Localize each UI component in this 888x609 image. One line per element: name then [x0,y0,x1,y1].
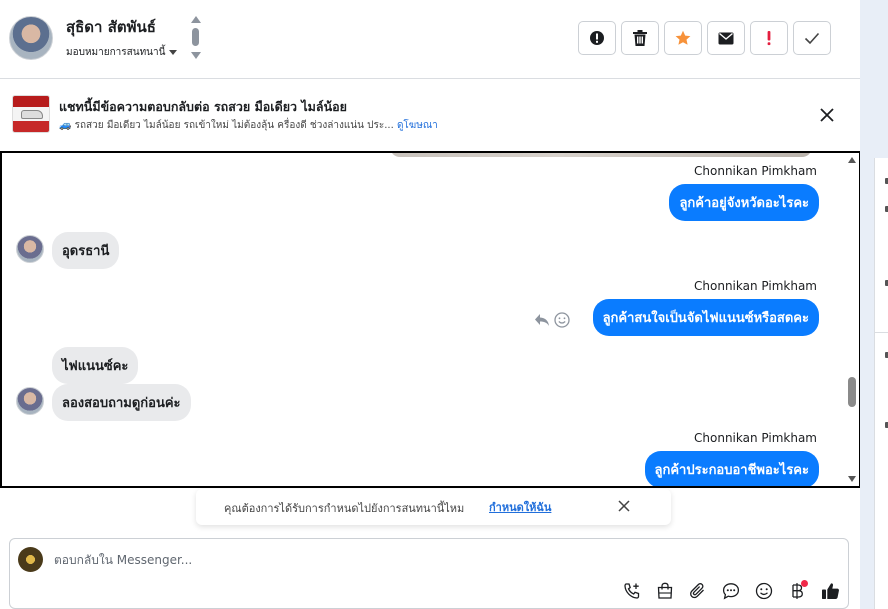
outgoing-message[interactable]: ลูกค้าประกอบอาชีพอะไรคะ [644,451,819,486]
shopping-bag-icon [657,582,673,599]
inbox-conversation-view: สุธิดา สัตพันธ์ มอบหมายการสนทนานี้ แชทนี… [0,0,888,609]
payment-button[interactable] [787,580,808,601]
report-spam-button[interactable] [578,21,616,55]
notification-dot [801,580,808,587]
sender-name: Chonnikan Pimkham [694,164,817,178]
ad-subtitle: 🚙 รถสวย มือเดียว ไมล์น้อย รถเข้าใหม่ ไม่… [59,118,438,133]
saved-replies-button[interactable] [721,581,741,601]
view-ad-link[interactable]: ดูโฆษณา [397,120,438,131]
assign-label: มอบหมายการสนทนานี้ [66,47,166,58]
mark-done-button[interactable] [793,21,831,55]
composer-toolbar [622,580,840,601]
ad-thumbnail[interactable] [12,95,50,133]
assign-conversation-dropdown[interactable]: มอบหมายการสนทนานี้ [66,45,178,60]
check-icon [804,32,820,45]
panel-divider [875,332,888,333]
emoji-icon [755,582,773,600]
outgoing-message[interactable]: ลูกค้าอยู่จังหวัดอะไรคะ [669,184,819,221]
reply-input[interactable] [54,553,754,567]
assign-to-me-link[interactable]: กำหนดให้ฉัน [489,498,551,516]
conversation-header: สุธิดา สัตพันธ์ มอบหมายการสนทนานี้ [0,0,860,79]
like-button[interactable] [820,581,840,601]
reply-icon[interactable] [534,313,550,327]
scroll-down-icon[interactable] [848,476,856,482]
star-icon [675,30,691,45]
assign-suggestion: คุณต้องการได้รับการกำหนดไปยังการสนทนานี้… [196,489,671,525]
thread-scrollbar[interactable] [845,153,859,486]
navigator-handle [192,28,199,46]
message-thread[interactable]: Chonnikan Pimkham ลูกค้าอยู่จังหวัดอะไรค… [0,151,861,488]
report-spam-icon [590,31,604,45]
conversation-actions [578,21,831,55]
previous-conversation-icon[interactable] [191,16,201,23]
assign-suggestion-text: คุณต้องการได้รับการกำหนดไปยังการสนทนานี้… [224,502,465,515]
message-actions [534,312,570,328]
contact-name[interactable]: สุธิดา สัตพันธ์ [66,15,156,39]
phone-plus-icon [624,583,640,599]
sender-name: Chonnikan Pimkham [694,431,817,445]
ad-title: แชทนี้มีข้อความตอบกลับต่อ รถสวย มือเดียว… [59,99,347,114]
contact-details-panel [874,158,888,609]
sender-name: Chonnikan Pimkham [694,279,817,293]
ad-reply-banner: แชทนี้มีข้อความตอบกลับต่อ รถสวย มือเดียว… [0,80,860,150]
attach-button[interactable] [688,581,708,601]
star-button[interactable] [664,21,702,55]
scrollbar-thumb[interactable] [848,377,856,407]
contact-avatar[interactable] [9,16,53,60]
incoming-message[interactable]: อุดรธานี [52,232,120,269]
page-avatar [18,547,43,572]
paperclip-icon [690,583,704,599]
reply-composer [9,538,849,609]
call-button[interactable] [622,581,642,601]
trash-icon [633,30,647,46]
conversation-navigator[interactable] [190,16,202,62]
outgoing-message[interactable]: ลูกค้าสนใจเป็นจัดไฟแนนซ์หรือสดคะ [592,299,819,336]
important-icon [767,31,771,46]
emoji-button[interactable] [754,581,774,601]
mark-unread-button[interactable] [707,21,745,55]
contact-avatar-small [16,387,44,415]
important-button[interactable] [750,21,788,55]
close-icon[interactable] [617,499,631,513]
image-attachment[interactable] [390,153,812,157]
thumbs-up-icon [821,583,839,599]
delete-button[interactable] [621,21,659,55]
next-conversation-icon[interactable] [191,52,201,59]
ad-description: 🚙 รถสวย มือเดียว ไมล์น้อย รถเข้าใหม่ ไม่… [59,120,394,131]
mark-unread-icon [718,32,734,44]
contact-avatar-small [16,235,44,263]
incoming-message[interactable]: ลองสอบถามดูก่อนค่ะ [52,384,191,421]
shop-button[interactable] [655,581,675,601]
scroll-up-icon[interactable] [848,157,856,163]
react-emoji-icon[interactable] [554,312,570,328]
close-icon[interactable] [818,106,836,124]
caret-down-icon [169,50,178,55]
chat-bubble-icon [722,583,740,600]
incoming-message[interactable]: ไฟแนนซ์คะ [52,347,139,384]
